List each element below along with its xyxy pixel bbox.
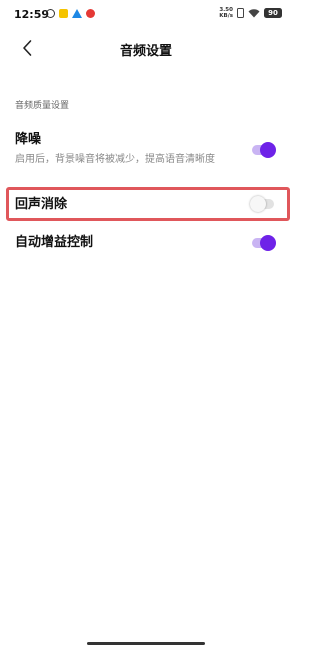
wifi-icon xyxy=(248,8,260,18)
setting-title: 降噪 xyxy=(15,132,42,147)
setting-row-noise-reduction[interactable]: 降噪 启用后，背景噪音将被减少，提高语音清晰度 xyxy=(15,128,277,188)
home-indicator[interactable] xyxy=(87,642,205,645)
toggle-knob xyxy=(250,196,266,212)
app-notification-icon xyxy=(59,9,68,18)
setting-row-echo-cancellation[interactable]: 回声消除 xyxy=(15,190,277,220)
toggle-knob xyxy=(260,235,276,251)
setting-row-auto-gain-control[interactable]: 自动增益控制 xyxy=(15,231,277,255)
send-icon xyxy=(72,9,82,18)
status-indicators: 3.50 KB/s 90 xyxy=(219,7,282,19)
sim-icon xyxy=(237,8,244,18)
notification-icons xyxy=(46,9,95,18)
noise-reduction-toggle[interactable] xyxy=(252,142,276,158)
setting-title: 自动增益控制 xyxy=(15,235,94,250)
battery-icon: 90 xyxy=(264,8,282,18)
auto-gain-control-toggle[interactable] xyxy=(252,235,276,251)
sync-icon xyxy=(46,9,55,18)
status-bar: 12:59 3.50 KB/s 90 xyxy=(0,0,292,30)
page-title: 音频设置 xyxy=(119,44,172,59)
echo-cancellation-toggle[interactable] xyxy=(250,196,274,212)
status-time: 12:59 xyxy=(14,8,50,21)
setting-title: 回声消除 xyxy=(15,197,68,212)
toggle-knob xyxy=(260,142,276,158)
audio-settings-screen: 12:59 3.50 KB/s 90 音频设置 音频质量设置 降噪 启用后，背景… xyxy=(0,0,292,653)
header: 音频设置 xyxy=(0,34,292,62)
red-app-icon xyxy=(86,9,95,18)
setting-description: 启用后，背景噪音将被减少，提高语音清晰度 xyxy=(15,154,215,165)
network-speed-unit: KB/s xyxy=(219,13,233,19)
network-speed: 3.50 KB/s xyxy=(219,7,233,19)
section-title: 音频质量设置 xyxy=(15,101,70,111)
